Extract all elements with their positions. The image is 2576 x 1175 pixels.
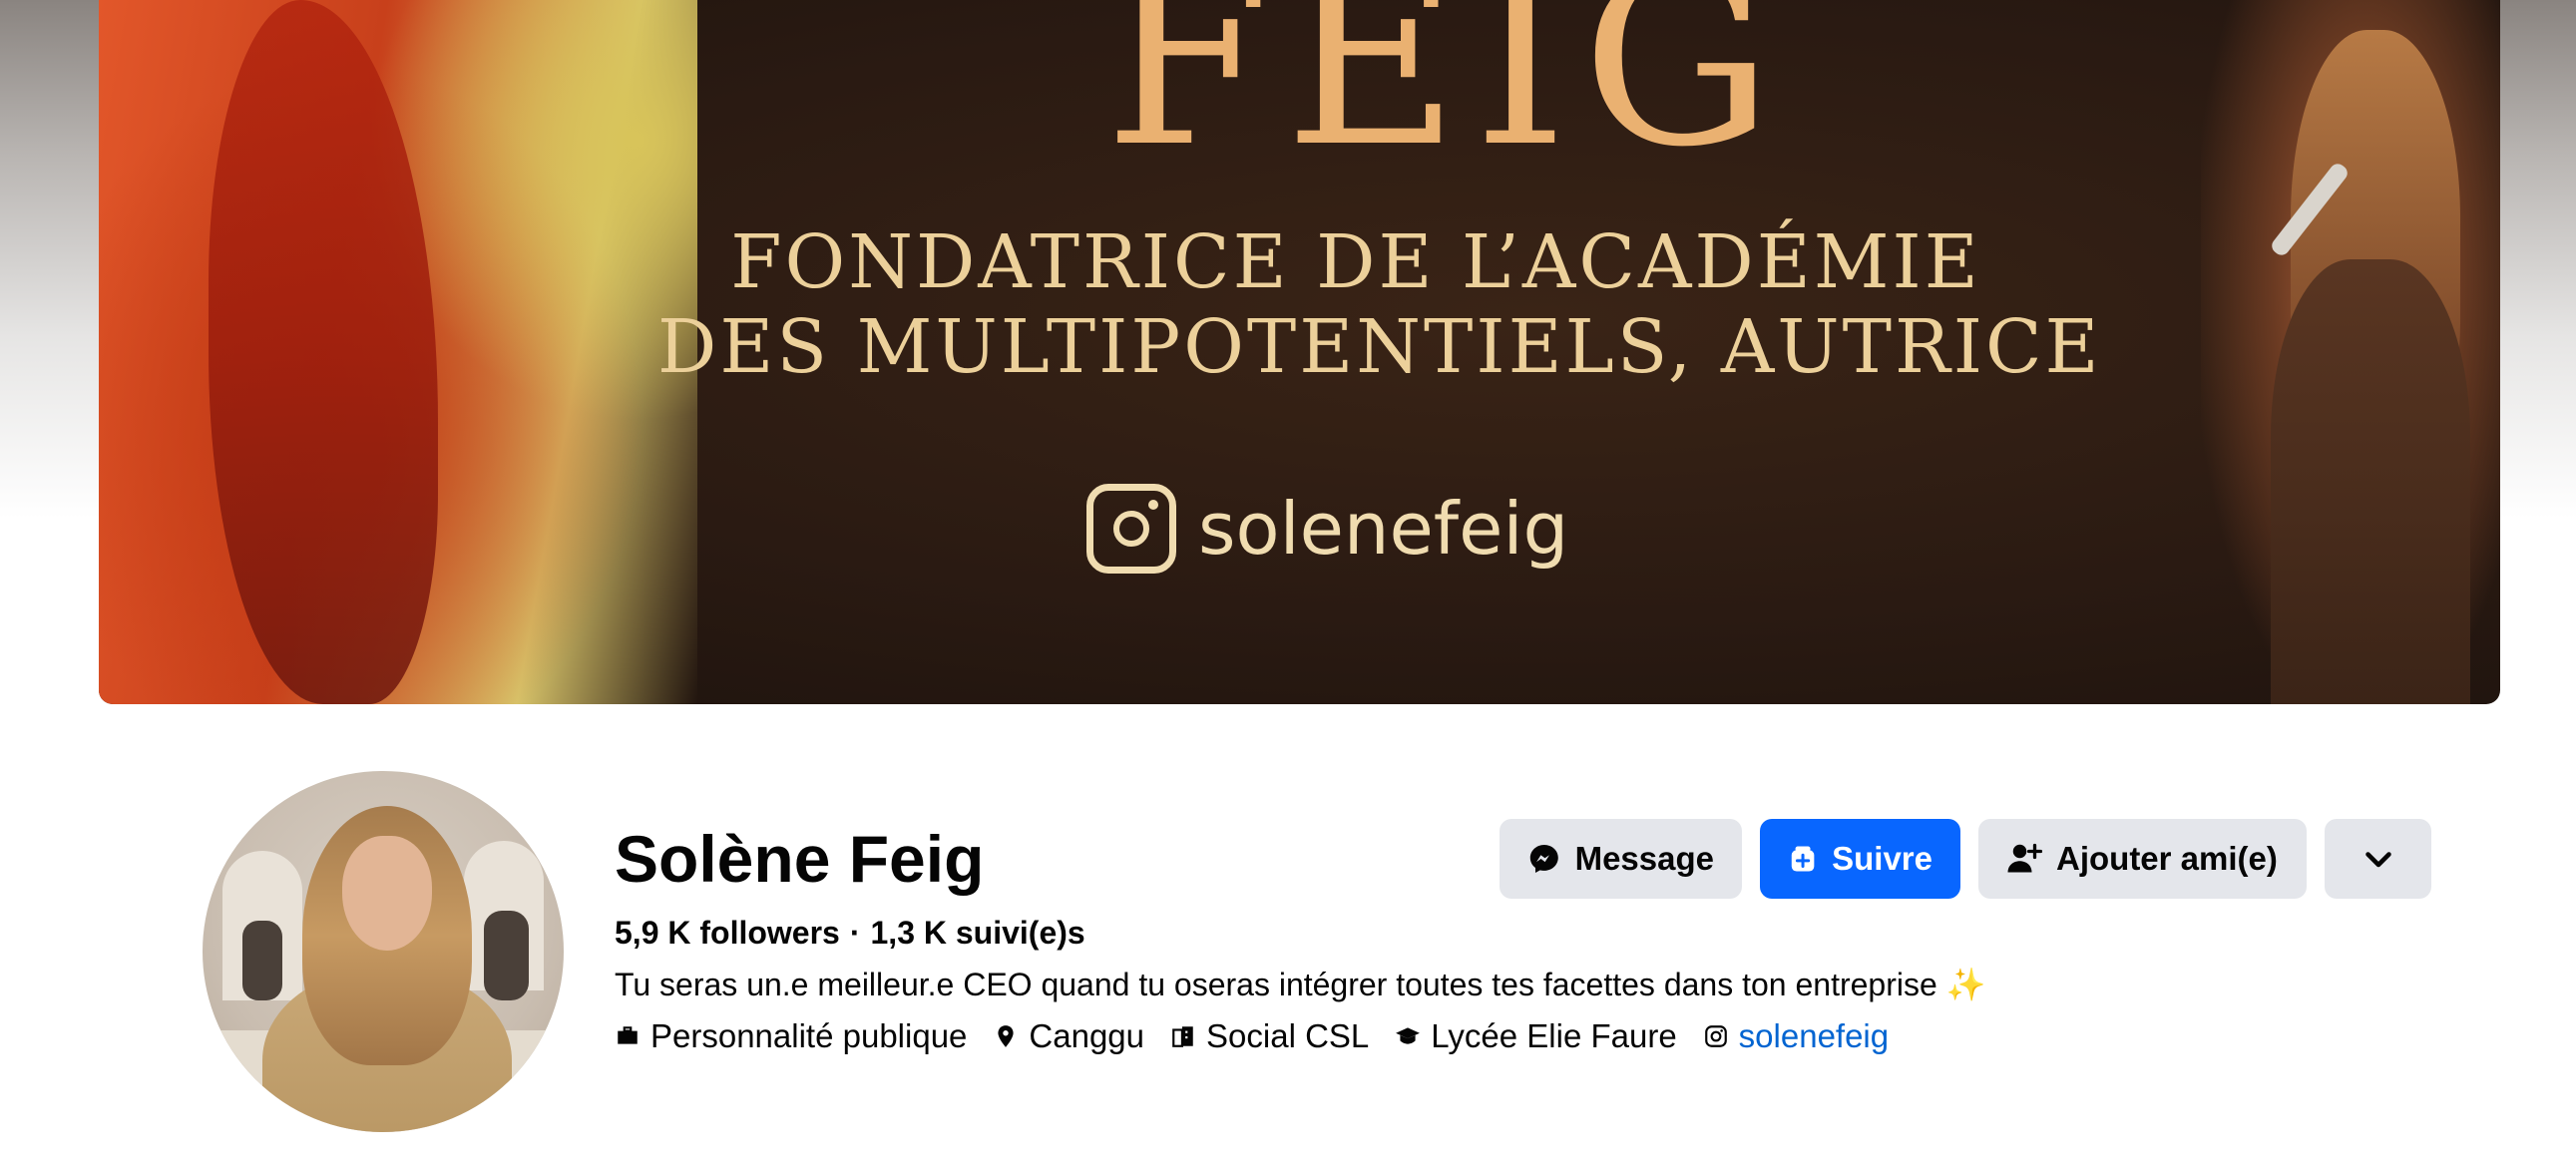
building-icon [1172,1026,1193,1047]
cover-photo[interactable]: FEIG FONDATRICE DE L’ACADÉMIE DES MULTIP… [99,0,2500,704]
cover-big-text: FEIG [1103,0,1788,199]
detail-education-label: Lycée Elie Faure [1431,1017,1677,1054]
profile-bio: Tu seras un.e meilleur.e CEO quand tu os… [615,963,1986,1006]
message-button-label: Message [1574,840,1714,877]
profile-avatar[interactable] [199,767,568,1136]
graduation-cap-icon [1396,1027,1421,1044]
cover-instagram-handle: solenefeig [1198,487,1569,571]
detail-location: Canggu [993,1014,1144,1058]
stats-separator: · [849,915,861,951]
chevron-down-icon [2364,852,2391,868]
sparkle-emoji: ✨ [1945,967,1986,1002]
detail-work: Social CSL [1170,1014,1369,1058]
add-friend-icon [2007,843,2042,873]
profile-name: Solène Feig [615,822,985,896]
add-friend-button[interactable]: Ajouter ami(e) [1978,819,2307,899]
detail-category-label: Personnalité publique [650,1017,968,1054]
followers-link[interactable]: 5,9 K followers [615,915,840,951]
profile-actions: Message Suivre Ajouter ami(e) [1500,819,2431,899]
profile-details: Personnalité publique Canggu Social CSL … [615,1014,1889,1058]
cover-instagram: solenefeig [1086,484,1568,574]
detail-category: Personnalité publique [615,1014,967,1058]
bio-text: Tu seras un.e meilleur.e CEO quand tu os… [615,967,1937,1002]
cover-speaker-figure [2201,0,2500,704]
profile-stats: 5,9 K followers · 1,3 K suivi(e)s [615,911,1085,955]
location-pin-icon [998,1025,1014,1047]
briefcase-icon [618,1026,638,1044]
detail-instagram[interactable]: solenefeig [1703,1014,1889,1058]
messenger-icon [1529,845,1558,873]
instagram-link[interactable]: solenefeig [1739,1014,1889,1058]
instagram-icon [1704,1025,1727,1047]
detail-education: Lycée Elie Faure [1395,1014,1677,1058]
more-options-button[interactable] [2325,819,2431,899]
cover-subtitle-line2: DES MULTIPOTENTIELS, AUTRICE [657,304,2102,390]
cover-subtitle-line1: FONDATRICE DE L’ACADÉMIE [730,219,1981,305]
add-friend-button-label: Ajouter ami(e) [2056,840,2278,877]
follow-plus-icon [1791,846,1815,872]
follow-button-label: Suivre [1832,840,1932,877]
cover-left-figure [99,0,697,704]
instagram-icon [1086,484,1176,574]
follow-button[interactable]: Suivre [1760,819,1960,899]
detail-location-label: Canggu [1029,1017,1145,1054]
following-link[interactable]: 1,3 K suivi(e)s [871,915,1085,951]
detail-work-label: Social CSL [1206,1017,1370,1054]
message-button[interactable]: Message [1500,819,1742,899]
